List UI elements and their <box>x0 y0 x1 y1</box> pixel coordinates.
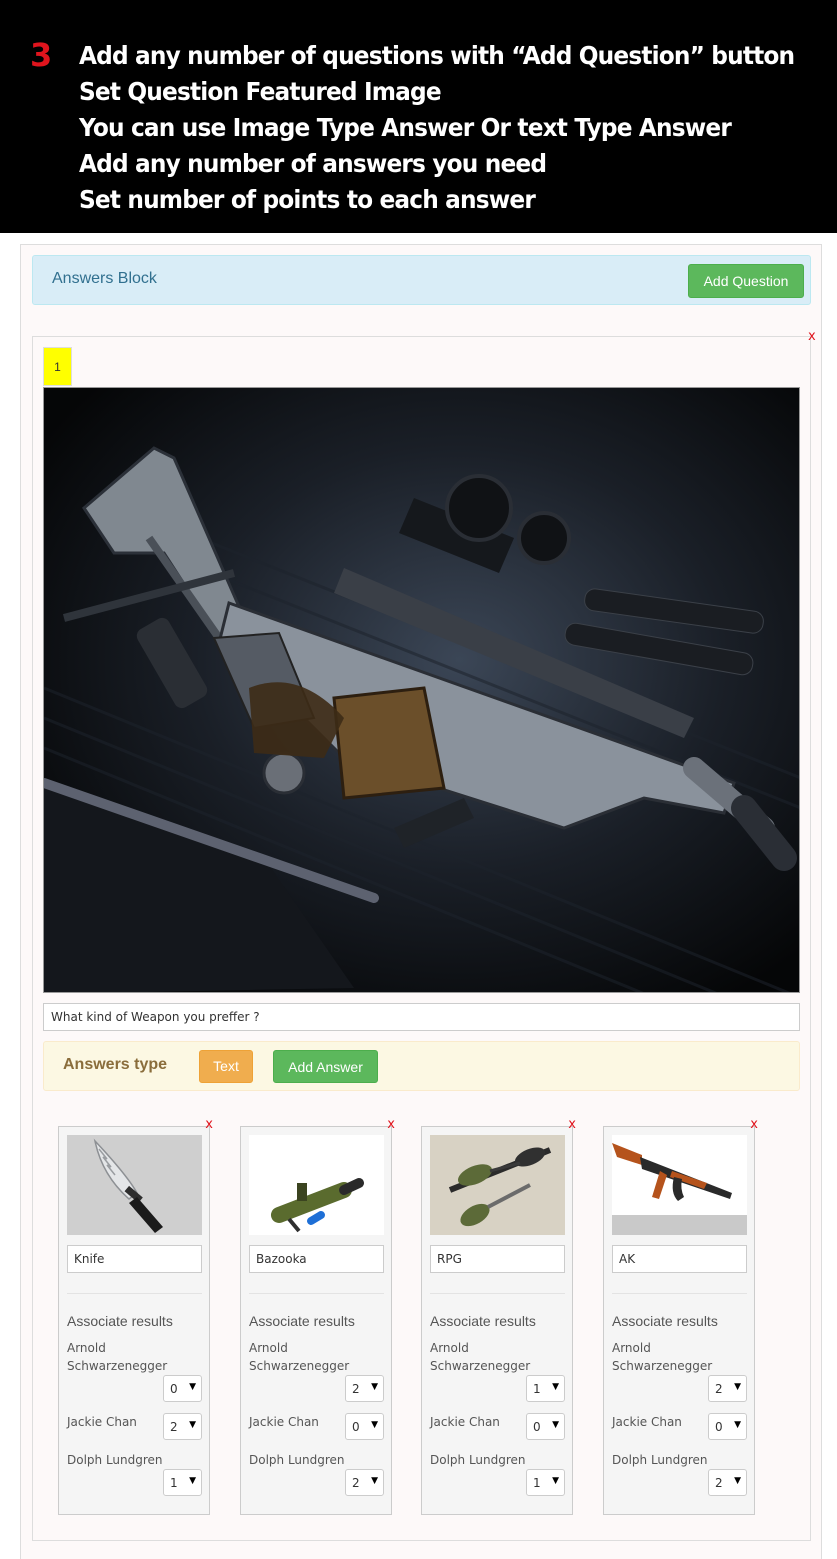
answers-type-bar: Answers type Text Add Answer <box>43 1041 800 1091</box>
dropdown-arrow-icon: ▼ <box>734 1476 741 1486</box>
result-name: Arnold Schwarzenegger <box>67 1341 168 1373</box>
result-name: Arnold Schwarzenegger <box>612 1341 713 1373</box>
associate-results-title: Associate results <box>67 1313 173 1329</box>
instruction-line: Add any number of answers you need <box>79 149 547 178</box>
answer-card: x Knife Associate results Arnold Schwarz… <box>58 1117 213 1515</box>
answer-image[interactable] <box>430 1135 565 1235</box>
points-value: 2 <box>352 1476 360 1490</box>
points-select[interactable]: 0 ▼ <box>708 1413 747 1440</box>
points-select[interactable]: 0 ▼ <box>526 1413 565 1440</box>
remove-answer-button[interactable]: x <box>205 1117 213 1132</box>
answer-card: x Bazooka Associate results Arnold Schwa… <box>240 1117 395 1515</box>
question-text-input[interactable]: What kind of Weapon you preffer ? <box>43 1003 800 1031</box>
dropdown-arrow-icon: ▼ <box>371 1382 378 1392</box>
points-select[interactable]: 2 ▼ <box>163 1413 202 1440</box>
points-value: 0 <box>533 1420 541 1434</box>
points-value: 2 <box>715 1382 723 1396</box>
rpg-image <box>448 1147 552 1227</box>
divider <box>67 1293 202 1294</box>
points-value: 0 <box>170 1382 178 1396</box>
dropdown-arrow-icon: ▼ <box>552 1382 559 1392</box>
result-name: Dolph Lundgren <box>430 1453 526 1467</box>
instruction-line: Set Question Featured Image <box>79 77 442 106</box>
quiz-editor-panel: Answers Block Add Question x 1 What kind… <box>20 244 822 1559</box>
points-select[interactable]: 0 ▼ <box>163 1375 202 1402</box>
dropdown-arrow-icon: ▼ <box>189 1382 196 1392</box>
answer-card: x AK Associate results Arnold Schwarzene… <box>603 1117 758 1515</box>
add-question-button[interactable]: Add Question <box>688 264 804 298</box>
answer-card: x RPG Associate results Arnold Schwarzen… <box>421 1117 576 1515</box>
instruction-line: Set number of points to each answer <box>79 185 536 214</box>
answer-text-input[interactable]: Knife <box>67 1245 202 1273</box>
knife-image <box>93 1138 163 1233</box>
instruction-banner: 3 Add any number of questions with “Add … <box>0 0 837 233</box>
dropdown-arrow-icon: ▼ <box>371 1420 378 1430</box>
answers-type-title: Answers type <box>63 1056 168 1073</box>
points-value: 2 <box>352 1382 360 1396</box>
remove-question-button[interactable]: x <box>808 329 816 344</box>
dropdown-arrow-icon: ▼ <box>189 1476 196 1486</box>
points-select[interactable]: 2 ▼ <box>708 1375 747 1402</box>
ak-image <box>612 1143 747 1235</box>
points-value: 1 <box>170 1476 178 1490</box>
points-value: 0 <box>352 1420 360 1434</box>
points-value: 1 <box>533 1476 541 1490</box>
answer-image[interactable] <box>612 1135 747 1235</box>
instruction-line: You can use Image Type Answer Or text Ty… <box>79 113 732 142</box>
divider <box>612 1293 747 1294</box>
answer-text-input[interactable]: Bazooka <box>249 1245 384 1273</box>
answers-block-title: Answers Block <box>52 270 157 287</box>
dropdown-arrow-icon: ▼ <box>371 1476 378 1486</box>
divider <box>249 1293 384 1294</box>
bazooka-image <box>271 1178 364 1233</box>
answers-block-header: Answers Block Add Question <box>32 255 811 305</box>
dropdown-arrow-icon: ▼ <box>189 1420 196 1430</box>
answer-image[interactable] <box>249 1135 384 1235</box>
result-name: Dolph Lundgren <box>612 1453 708 1467</box>
remove-answer-button[interactable]: x <box>568 1117 576 1132</box>
divider <box>430 1293 565 1294</box>
points-select[interactable]: 0 ▼ <box>345 1413 384 1440</box>
points-value: 2 <box>715 1476 723 1490</box>
answer-image[interactable] <box>67 1135 202 1235</box>
dropdown-arrow-icon: ▼ <box>734 1420 741 1430</box>
instruction-line: Add any number of questions with “Add Qu… <box>79 41 795 70</box>
associate-results-title: Associate results <box>612 1313 718 1329</box>
answer-type-text-button[interactable]: Text <box>199 1050 253 1083</box>
question-number-badge: 1 <box>43 347 72 386</box>
step-number: 3 <box>30 36 52 74</box>
remove-answer-button[interactable]: x <box>387 1117 395 1132</box>
dropdown-arrow-icon: ▼ <box>734 1382 741 1392</box>
associate-results-title: Associate results <box>430 1313 536 1329</box>
instruction-lines: Add any number of questions with “Add Qu… <box>79 38 837 218</box>
points-value: 2 <box>170 1420 178 1434</box>
points-select[interactable]: 2 ▼ <box>345 1375 384 1402</box>
points-select[interactable]: 1 ▼ <box>526 1375 565 1402</box>
points-select[interactable]: 1 ▼ <box>526 1469 565 1496</box>
points-value: 0 <box>715 1420 723 1434</box>
result-name: Dolph Lundgren <box>249 1453 345 1467</box>
result-name: Dolph Lundgren <box>67 1453 163 1467</box>
dropdown-arrow-icon: ▼ <box>552 1476 559 1486</box>
points-select[interactable]: 1 ▼ <box>163 1469 202 1496</box>
answer-text-input[interactable]: RPG <box>430 1245 565 1273</box>
result-name: Arnold Schwarzenegger <box>430 1341 531 1373</box>
associate-results-title: Associate results <box>249 1313 355 1329</box>
question-block: x 1 What kind of Weapon you preffer ? An… <box>32 329 816 1541</box>
points-select[interactable]: 2 ▼ <box>708 1469 747 1496</box>
question-featured-image[interactable] <box>43 387 800 993</box>
dropdown-arrow-icon: ▼ <box>552 1420 559 1430</box>
answer-text-input[interactable]: AK <box>612 1245 747 1273</box>
add-answer-button[interactable]: Add Answer <box>273 1050 378 1083</box>
rifle-image <box>44 446 799 992</box>
remove-answer-button[interactable]: x <box>750 1117 758 1132</box>
points-value: 1 <box>533 1382 541 1396</box>
result-name: Arnold Schwarzenegger <box>249 1341 350 1373</box>
points-select[interactable]: 2 ▼ <box>345 1469 384 1496</box>
